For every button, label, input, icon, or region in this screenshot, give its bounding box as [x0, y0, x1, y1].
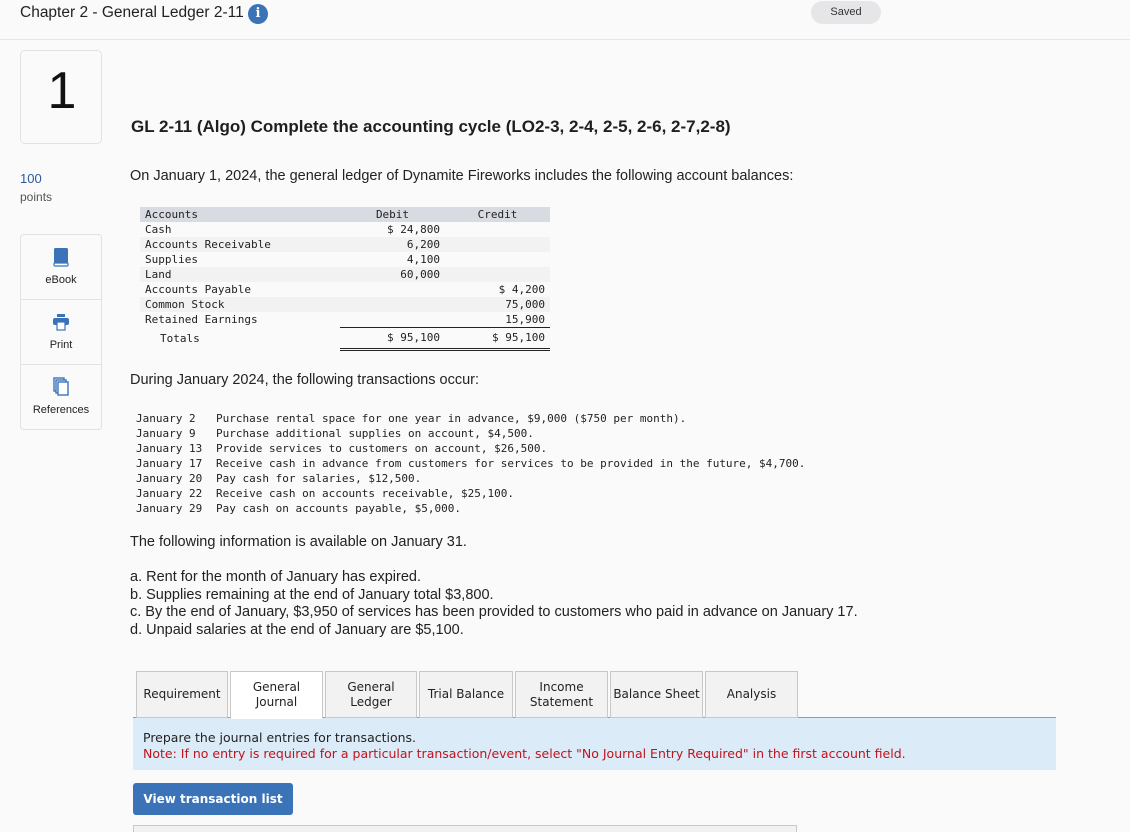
account-name: Retained Earnings: [145, 313, 258, 327]
debit-value: 60,000: [340, 267, 445, 282]
totals-row: Totals $ 95,100 $ 95,100: [140, 327, 550, 351]
adjustments-intro: The following information is available o…: [130, 534, 467, 550]
print-button[interactable]: Print: [21, 300, 101, 365]
question-tools: eBook Print References: [20, 234, 102, 430]
transaction-date: January 29: [136, 502, 203, 515]
tab-general-ledger[interactable]: General Ledger: [325, 671, 417, 718]
transaction-date: January 13: [136, 442, 203, 455]
total-debit: $ 95,100: [340, 327, 445, 351]
credit-value: [445, 222, 550, 237]
tab-general-journal[interactable]: General Journal: [230, 671, 323, 719]
transactions-intro: During January 2024, the following trans…: [130, 372, 479, 388]
table-row: Land 60,000: [140, 267, 550, 282]
transaction-date: January 9: [136, 427, 196, 440]
adjustment-item: b. Supplies remaining at the end of Janu…: [130, 586, 494, 603]
account-name: Accounts Payable: [145, 283, 251, 296]
credit-value: [445, 267, 550, 282]
references-label: References: [32, 404, 90, 416]
ebook-button[interactable]: eBook: [21, 235, 101, 300]
instructions-panel: Prepare the journal entries for transact…: [133, 718, 1056, 770]
debit-value: [340, 297, 445, 312]
transaction-item: January 9 Purchase additional supplies on…: [136, 426, 805, 441]
account-name: Cash: [145, 223, 172, 236]
tab-income-statement[interactable]: Income Statement: [515, 671, 608, 718]
info-icon[interactable]: i: [248, 4, 268, 24]
table-row: Accounts Receivable 6,200: [140, 237, 550, 252]
transaction-text: Pay cash on accounts payable, $5,000.: [216, 502, 462, 515]
transaction-item: January 13 Provide services to customers …: [136, 441, 805, 456]
total-credit: $ 95,100: [445, 327, 550, 351]
view-transaction-list-button[interactable]: View transaction list: [133, 783, 293, 815]
transaction-date: January 22: [136, 487, 203, 500]
question-title: GL 2-11 (Algo) Complete the accounting c…: [131, 117, 731, 136]
transaction-item: January 22 Receive cash on accounts recei…: [136, 486, 805, 501]
table-row: Retained Earnings 15,900: [140, 312, 550, 328]
debit-value: 6,200: [340, 237, 445, 252]
points-label: points: [20, 190, 53, 204]
question-number: 1: [47, 62, 77, 120]
print-label: Print: [49, 339, 73, 351]
transaction-text: Provide services to customers on account…: [216, 442, 548, 455]
credit-value: 15,900: [505, 313, 545, 326]
tab-balance-sheet[interactable]: Balance Sheet: [610, 671, 703, 718]
instruction-text: Prepare the journal entries for transact…: [143, 730, 417, 745]
tab-analysis[interactable]: Analysis: [705, 671, 798, 718]
transaction-date: January 2: [136, 412, 196, 425]
transaction-date: January 20: [136, 472, 203, 485]
transaction-text: Pay cash for salaries, $12,500.: [216, 472, 422, 485]
top-bar: Chapter 2 - General Ledger 2-11 i Saved: [0, 0, 1130, 40]
book-icon: [53, 248, 69, 267]
transaction-text: Purchase rental space for one year in ad…: [216, 412, 687, 425]
points-value: 100: [20, 171, 42, 186]
transaction-item: January 29 Pay cash on accounts payable, …: [136, 501, 805, 516]
account-name: Common Stock: [140, 297, 340, 312]
debit-value: $ 24,800: [387, 223, 440, 236]
printer-icon: [53, 314, 69, 331]
adjustment-list: a. Rent for the month of January has exp…: [130, 569, 858, 639]
instruction-note: Note: If no entry is required for a part…: [143, 746, 906, 761]
copy-pages-icon: [53, 377, 69, 396]
adjustment-item: d. Unpaid salaries at the end of January…: [130, 621, 464, 638]
journal-entry-panel: [133, 825, 797, 832]
header-accounts: Accounts: [140, 207, 340, 222]
table-header-row: Accounts Debit Credit: [140, 207, 550, 222]
debit-value: [340, 312, 445, 328]
credit-value: $ 4,200: [498, 283, 545, 296]
credit-value: [445, 252, 550, 267]
adjustment-item: c. By the end of January, $3,950 of serv…: [130, 604, 858, 620]
debit-value: 4,100: [406, 253, 440, 266]
transaction-text: Receive cash in advance from customers f…: [216, 457, 806, 470]
tab-requirement[interactable]: Requirement: [136, 671, 228, 718]
chapter-title: Chapter 2 - General Ledger 2-11: [20, 4, 244, 21]
transaction-item: January 2 Purchase rental space for one y…: [136, 411, 805, 426]
question-number-box: 1: [20, 50, 102, 144]
credit-value: [445, 237, 550, 252]
references-button[interactable]: References: [21, 365, 101, 430]
transaction-item: January 20 Pay cash for salaries, $12,500…: [136, 471, 805, 486]
table-row: Cash $ 24,800: [140, 222, 550, 237]
table-row: Common Stock 75,000: [140, 297, 550, 312]
credit-value: 75,000: [445, 297, 550, 312]
question-intro: On January 1, 2024, the general ledger o…: [130, 168, 794, 184]
account-name: Land: [140, 267, 340, 282]
account-balances-table: Accounts Debit Credit Cash $ 24,800 Acco…: [140, 207, 550, 351]
transaction-text: Purchase additional supplies on account,…: [216, 427, 534, 440]
adjustment-item: a. Rent for the month of January has exp…: [130, 569, 421, 585]
header-credit: Credit: [445, 207, 550, 222]
tab-trial-balance[interactable]: Trial Balance: [419, 671, 513, 718]
transaction-list: January 2 Purchase rental space for one y…: [136, 411, 805, 516]
account-name: Supplies: [145, 253, 198, 266]
transaction-date: January 17: [136, 457, 203, 470]
table-row: Supplies 4,100: [140, 252, 550, 267]
transaction-text: Receive cash on accounts receivable, $25…: [216, 487, 515, 500]
header-debit: Debit: [340, 207, 445, 222]
saved-status-badge: Saved: [811, 1, 881, 24]
debit-value: [340, 282, 445, 297]
ebook-label: eBook: [45, 274, 77, 286]
totals-label: Totals: [160, 331, 200, 345]
transaction-item: January 17 Receive cash in advance from c…: [136, 456, 805, 471]
account-name: Accounts Receivable: [140, 237, 340, 252]
table-row: Accounts Payable $ 4,200: [140, 282, 550, 297]
